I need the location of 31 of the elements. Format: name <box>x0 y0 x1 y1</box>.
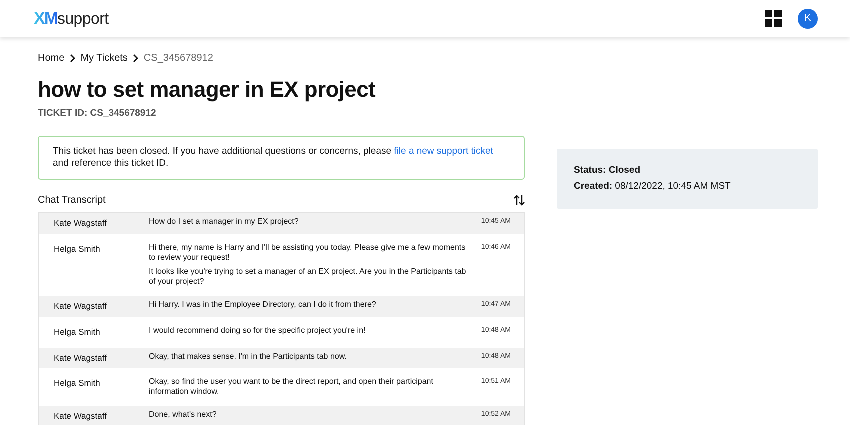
author-name: Helga Smith <box>53 377 102 390</box>
message-text: It looks like you're trying to set a manager of an EX project. Are you in the Participants tab of your project? <box>149 267 468 288</box>
author-name: Kate Wagstaff <box>53 217 108 230</box>
message-text: I would recommend doing so for the specific project you're in! <box>149 326 367 336</box>
chevron-icon <box>70 54 76 62</box>
message-text: Hi Harry. I was in the Employee Directory, can I do it from there? <box>149 300 378 310</box>
breadcrumb-link[interactable]: Home <box>38 50 65 66</box>
created-text: Created: 08/12/2022, 10:45 AM MST <box>574 180 732 194</box>
section-heading: Chat Transcript <box>38 194 106 208</box>
chevron-icon <box>132 54 139 62</box>
author-name: Helga Smith <box>53 326 102 339</box>
breadcrumb-current: CS_345678912 <box>144 52 214 66</box>
ticket-id: TICKET ID: CS_345678912 <box>38 107 158 122</box>
logo-text[interactable]: support <box>58 8 109 32</box>
message-text: Okay, that makes sense. I'm in the Participants tab now. <box>149 352 348 362</box>
apps-grid-icon[interactable] <box>765 10 782 27</box>
avatar[interactable]: K <box>798 8 818 28</box>
message-text: Hi there, my name is Harry and I'll be assisting you today. Please give me a few moments to review your request! <box>149 243 467 264</box>
page-title: how to set manager in EX project <box>38 77 377 104</box>
new-ticket-link[interactable]: file a new support ticket <box>394 146 494 157</box>
author-name: Kate Wagstaff <box>53 352 108 364</box>
status-text: Status: Closed <box>574 164 642 178</box>
breadcrumb-link[interactable]: My Tickets <box>80 50 128 66</box>
author-name: Helga Smith <box>53 243 102 256</box>
closed-notice: This ticket has been closed. If you have additional questions or concerns, please file a new support ticket and reference this ticket ID. <box>38 136 525 180</box>
author-name: Kate Wagstaff <box>53 300 108 313</box>
message-text: How do I set a manager in my EX project? <box>149 217 300 228</box>
message-text: Done, what's next? <box>149 410 218 420</box>
sort-icon[interactable] <box>514 194 525 206</box>
author-name: Kate Wagstaff <box>53 410 108 424</box>
message-text: Okay, so find the user you want to be the direct report, and open their participant information window. <box>149 377 434 398</box>
